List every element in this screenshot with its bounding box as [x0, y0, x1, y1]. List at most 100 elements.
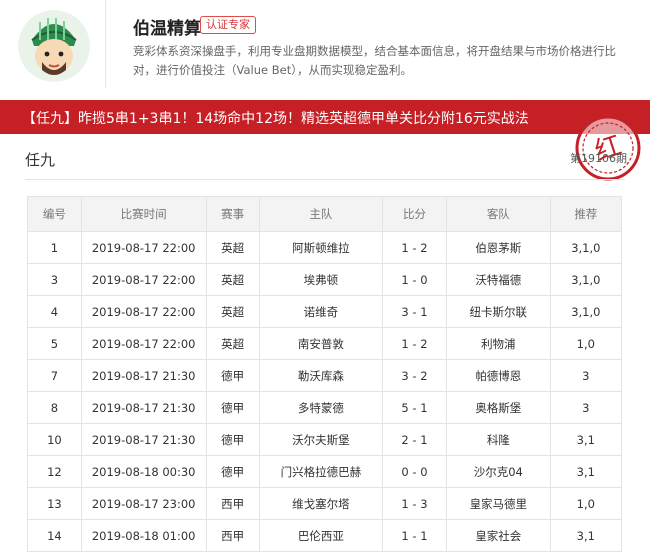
match-id: 4: [27, 295, 82, 328]
match-time: 2019-08-17 23:00: [80, 487, 207, 520]
table-row: 12 2019-08-18 00:30 德甲 门兴格拉德巴赫 0 - 0 沙尔克04 3,1: [27, 455, 623, 488]
league: 英超: [205, 327, 260, 360]
match-id: 7: [27, 359, 82, 392]
league: 德甲: [205, 359, 260, 392]
col-time-header: 比赛时间: [80, 196, 207, 232]
table-row: 13 2019-08-17 23:00 西甲 维戈塞尔塔 1 - 3 皇家马德里 1,0: [27, 487, 623, 520]
table-row: 1 2019-08-17 22:00 英超 阿斯顿维拉 1 - 2 伯恩茅斯 3,1,0: [27, 231, 623, 264]
section-title: 任九: [25, 151, 56, 169]
league: 英超: [205, 295, 260, 328]
score: 1 - 2: [381, 231, 447, 264]
red-hit-stamp-icon: 红: [575, 115, 641, 181]
league: 西甲: [205, 487, 260, 520]
issue-number: 第19106期: [570, 152, 627, 165]
match-table: 编号 比赛时间 赛事 主队 比分 客队 推荐 1 2019-08-17 22:00 英超 阿斯顿维…: [27, 196, 623, 552]
recommendation: 3: [549, 391, 623, 424]
home-team: 多特蒙德: [258, 391, 383, 424]
article-title: 【任九】昨揽5串1+3串1！14场命中12场！精选英超德甲单关比分附16元实战法: [22, 111, 529, 127]
table-body: 1 2019-08-17 22:00 英超 阿斯顿维拉 1 - 2 伯恩茅斯 3,1,0 3 2…: [27, 231, 623, 552]
match-id: 3: [27, 263, 82, 296]
match-time: 2019-08-17 22:00: [80, 295, 207, 328]
match-id: 5: [27, 327, 82, 360]
match-time: 2019-08-17 22:00: [80, 327, 207, 360]
col-pick-header: 推荐: [549, 196, 623, 232]
expert-name[interactable]: 伯温精算: [133, 14, 201, 39]
table-row: 3 2019-08-17 22:00 英超 埃弗顿 1 - 0 沃特福德 3,1,0: [27, 263, 623, 296]
match-time: 2019-08-18 01:00: [80, 519, 207, 552]
recommendation: 3,1,0: [549, 231, 623, 264]
league: 德甲: [205, 423, 260, 456]
home-team: 勒沃库森: [258, 359, 383, 392]
match-id: 14: [27, 519, 82, 552]
table-row: 7 2019-08-17 21:30 德甲 勒沃库森 3 - 2 帕德博恩 3: [27, 359, 623, 392]
away-team: 帕德博恩: [445, 359, 551, 392]
match-id: 12: [27, 455, 82, 488]
score: 5 - 1: [381, 391, 447, 424]
recommendation: 3,1: [549, 519, 623, 552]
score: 1 - 3: [381, 487, 447, 520]
table-row: 10 2019-08-17 21:30 德甲 沃尔夫斯堡 2 - 1 科隆 3,1: [27, 423, 623, 456]
away-team: 皇家马德里: [445, 487, 551, 520]
expert-header: 伯温精算 认证专家 竞彩体系资深操盘手，利用专业盘期数据模型，结合基本面信息，将…: [0, 0, 650, 96]
away-team: 利物浦: [445, 327, 551, 360]
score: 1 - 2: [381, 327, 447, 360]
away-team: 奥格斯堡: [445, 391, 551, 424]
away-team: 沃特福德: [445, 263, 551, 296]
home-team: 阿斯顿维拉: [258, 231, 383, 264]
score: 3 - 1: [381, 295, 447, 328]
expert-description: 竞彩体系资深操盘手，利用专业盘期数据模型，结合基本面信息，将开盘结果与市场价格进…: [133, 44, 616, 77]
match-time: 2019-08-17 22:00: [80, 231, 207, 264]
recommendation: 3,1: [549, 423, 623, 456]
avatar[interactable]: [18, 10, 90, 82]
table-header-row: 编号 比赛时间 赛事 主队 比分 客队 推荐: [27, 196, 623, 232]
col-home-header: 主队: [258, 196, 383, 232]
league: 德甲: [205, 455, 260, 488]
home-team: 南安普敦: [258, 327, 383, 360]
match-time: 2019-08-17 22:00: [80, 263, 207, 296]
recommendation: 3,1,0: [549, 295, 623, 328]
table-row: 4 2019-08-17 22:00 英超 诺维奇 3 - 1 纽卡斯尔联 3,1,0: [27, 295, 623, 328]
table-row: 5 2019-08-17 22:00 英超 南安普敦 1 - 2 利物浦 1,0: [27, 327, 623, 360]
home-team: 门兴格拉德巴赫: [258, 455, 383, 488]
home-team: 巴伦西亚: [258, 519, 383, 552]
away-team: 皇家社会: [445, 519, 551, 552]
match-time: 2019-08-17 21:30: [80, 423, 207, 456]
recommendation: 3,1,0: [549, 263, 623, 296]
header-divider: [105, 0, 106, 88]
article-title-banner: 【任九】昨揽5串1+3串1！14场命中12场！精选英超德甲单关比分附16元实战法: [0, 100, 650, 134]
match-id: 13: [27, 487, 82, 520]
match-time: 2019-08-17 21:30: [80, 391, 207, 424]
score: 2 - 1: [381, 423, 447, 456]
certified-badge: 认证专家: [200, 16, 256, 34]
score: 1 - 0: [381, 263, 447, 296]
recommendation: 3: [549, 359, 623, 392]
section-divider: [25, 179, 625, 180]
score: 1 - 1: [381, 519, 447, 552]
avatar-image: [18, 10, 90, 82]
away-team: 科隆: [445, 423, 551, 456]
score: 3 - 2: [381, 359, 447, 392]
col-league-header: 赛事: [205, 196, 260, 232]
away-team: 伯恩茅斯: [445, 231, 551, 264]
recommendation: 3,1: [549, 455, 623, 488]
league: 英超: [205, 263, 260, 296]
away-team: 纽卡斯尔联: [445, 295, 551, 328]
recommendation: 1,0: [549, 327, 623, 360]
league: 德甲: [205, 391, 260, 424]
col-score-header: 比分: [381, 196, 447, 232]
recommendation: 1,0: [549, 487, 623, 520]
match-id: 10: [27, 423, 82, 456]
home-team: 沃尔夫斯堡: [258, 423, 383, 456]
home-team: 埃弗顿: [258, 263, 383, 296]
home-team: 维戈塞尔塔: [258, 487, 383, 520]
league: 西甲: [205, 519, 260, 552]
away-team: 沙尔克04: [445, 455, 551, 488]
home-team: 诺维奇: [258, 295, 383, 328]
league: 英超: [205, 231, 260, 264]
table-row: 14 2019-08-18 01:00 西甲 巴伦西亚 1 - 1 皇家社会 3,1: [27, 519, 623, 552]
match-time: 2019-08-17 21:30: [80, 359, 207, 392]
score: 0 - 0: [381, 455, 447, 488]
match-id: 8: [27, 391, 82, 424]
col-away-header: 客队: [445, 196, 551, 232]
col-id-header: 编号: [27, 196, 82, 232]
